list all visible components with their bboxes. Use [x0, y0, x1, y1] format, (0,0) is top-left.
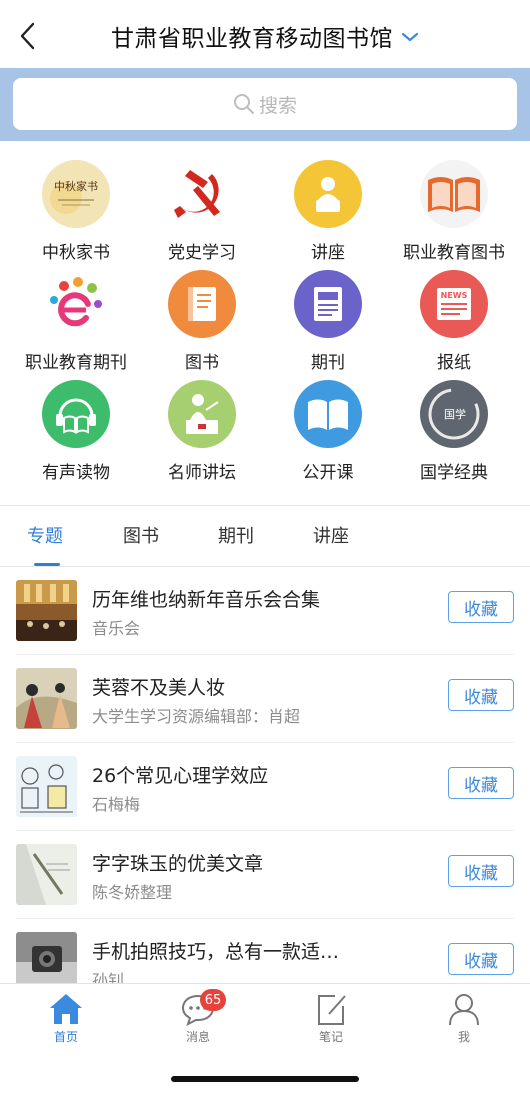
item-title: 字字珠玉的优美文章 — [92, 853, 264, 875]
open-course-icon — [294, 380, 362, 448]
category-famous-teachers[interactable]: 名师讲坛 — [137, 380, 267, 492]
list-item[interactable]: 26个常见心理学效应 石梅梅 收藏 — [0, 743, 530, 831]
thumbnail — [16, 668, 77, 729]
category-label: 讲座 — [311, 243, 345, 263]
nav-label: 笔记 — [318, 1030, 343, 1044]
thumbnail — [16, 580, 77, 641]
category-journals[interactable]: 期刊 — [263, 270, 393, 382]
category-label: 中秋家书 — [42, 243, 110, 263]
tab-books[interactable]: 图书 — [123, 522, 159, 548]
lecture-icon — [294, 160, 362, 228]
category-open-courses[interactable]: 公开课 — [263, 380, 393, 492]
nav-home[interactable]: 首页 — [26, 992, 106, 1054]
category-label: 职业教育期刊 — [25, 353, 127, 373]
section-divider — [0, 505, 530, 506]
item-title: 26个常见心理学效应 — [92, 765, 269, 787]
content-tabs: 专题 图书 期刊 讲座 — [0, 508, 530, 566]
unread-badge: 65 — [200, 989, 226, 1011]
category-lecture[interactable]: 讲座 — [263, 160, 393, 272]
nav-label: 我 — [457, 1030, 470, 1044]
search-icon — [233, 94, 254, 114]
chevron-down-icon — [401, 32, 419, 42]
category-label: 公开课 — [302, 463, 354, 483]
category-newspapers[interactable]: NEWS 报纸 — [389, 270, 519, 382]
chinese-classics-icon: 国学 — [420, 380, 488, 448]
list-item[interactable]: 芙蓉不及美人妆 大学生学习资源编辑部：肖超 收藏 — [0, 655, 530, 743]
journal-logo-icon — [42, 270, 110, 338]
list-item[interactable]: 字字珠玉的优美文章 陈冬娇整理 收藏 — [0, 831, 530, 919]
item-subtitle: 孙钊 — [92, 971, 125, 983]
category-label: 职业教育图书 — [403, 243, 505, 263]
home-icon — [50, 994, 82, 1024]
category-grid: 中秋家书 中秋家书 党史学习 讲座 职业教育图书 职业教育期刊 图书 期刊 NE… — [0, 152, 530, 492]
category-vocational-journals[interactable]: 职业教育期刊 — [11, 270, 141, 382]
newspaper-icon-text: NEWS — [441, 291, 468, 300]
category-label: 有声读物 — [42, 463, 110, 483]
classics-icon-text: 国学 — [444, 407, 466, 421]
top-bar: 甘肃省职业教育移动图书馆 — [0, 0, 530, 68]
nav-label: 消息 — [185, 1030, 210, 1044]
magazine-icon — [294, 270, 362, 338]
list-item[interactable]: 手机拍照技巧，总有一款适… 孙钊 收藏 — [0, 919, 530, 983]
audiobook-icon — [42, 380, 110, 448]
search-placeholder: 搜索 — [258, 94, 297, 117]
nav-messages[interactable]: 65 消息 — [158, 989, 238, 1054]
hammer-sickle-icon — [168, 160, 236, 228]
category-chinese-classics[interactable]: 国学 国学经典 — [389, 380, 519, 492]
open-book-icon — [420, 160, 488, 228]
search-band: 搜索 — [0, 68, 530, 141]
favorite-button[interactable]: 收藏 — [448, 767, 514, 799]
newspaper-icon: NEWS — [420, 270, 488, 338]
tab-topics[interactable]: 专题 — [27, 522, 63, 548]
list-item[interactable]: 历年维也纳新年音乐会合集 音乐会 收藏 — [0, 567, 530, 655]
favorite-button[interactable]: 收藏 — [448, 591, 514, 623]
category-label: 图书 — [185, 353, 219, 373]
mid-autumn-letter-icon: 中秋家书 — [42, 160, 110, 228]
profile-icon — [449, 994, 479, 1026]
home-indicator — [171, 1076, 359, 1082]
favorite-button[interactable]: 收藏 — [448, 679, 514, 711]
category-audiobooks[interactable]: 有声读物 — [11, 380, 141, 492]
tab-lectures[interactable]: 讲座 — [313, 522, 349, 548]
category-mid-autumn[interactable]: 中秋家书 中秋家书 — [11, 160, 141, 272]
book-icon — [168, 270, 236, 338]
favorite-button[interactable]: 收藏 — [448, 855, 514, 887]
category-label: 国学经典 — [420, 463, 488, 483]
item-subtitle: 陈冬娇整理 — [92, 883, 173, 902]
mid-autumn-icon-text: 中秋家书 — [54, 179, 98, 193]
category-label: 报纸 — [437, 353, 471, 373]
item-subtitle: 大学生学习资源编辑部：肖超 — [92, 707, 301, 726]
thumbnail — [16, 756, 77, 817]
nav-notes[interactable]: 笔记 — [291, 992, 371, 1054]
search-input[interactable]: 搜索 — [13, 78, 517, 130]
thumbnail — [16, 932, 77, 983]
category-label: 党史学习 — [168, 243, 236, 263]
library-selector[interactable]: 甘肃省职业教育移动图书馆 — [0, 18, 530, 54]
category-label: 名师讲坛 — [168, 463, 236, 483]
thumbnail — [16, 844, 77, 905]
item-title: 手机拍照技巧，总有一款适… — [92, 941, 340, 963]
teacher-icon — [168, 380, 236, 448]
item-title: 芙蓉不及美人妆 — [92, 677, 226, 699]
tab-journals[interactable]: 期刊 — [218, 522, 254, 548]
category-label: 期刊 — [311, 353, 345, 373]
item-title: 历年维也纳新年音乐会合集 — [92, 589, 321, 611]
note-icon — [318, 995, 346, 1025]
topic-list: 历年维也纳新年音乐会合集 音乐会 收藏 芙蓉不及美人妆 大学生学习资源编辑部：肖… — [0, 567, 530, 983]
nav-profile[interactable]: 我 — [424, 992, 504, 1054]
category-books[interactable]: 图书 — [137, 270, 267, 382]
item-subtitle: 石梅梅 — [92, 795, 141, 814]
nav-label: 首页 — [53, 1030, 78, 1044]
page-title: 甘肃省职业教育移动图书馆 — [111, 26, 393, 52]
category-vocational-books[interactable]: 职业教育图书 — [389, 160, 519, 272]
category-party-history[interactable]: 党史学习 — [137, 160, 267, 272]
item-subtitle: 音乐会 — [92, 619, 141, 638]
favorite-button[interactable]: 收藏 — [448, 943, 514, 975]
